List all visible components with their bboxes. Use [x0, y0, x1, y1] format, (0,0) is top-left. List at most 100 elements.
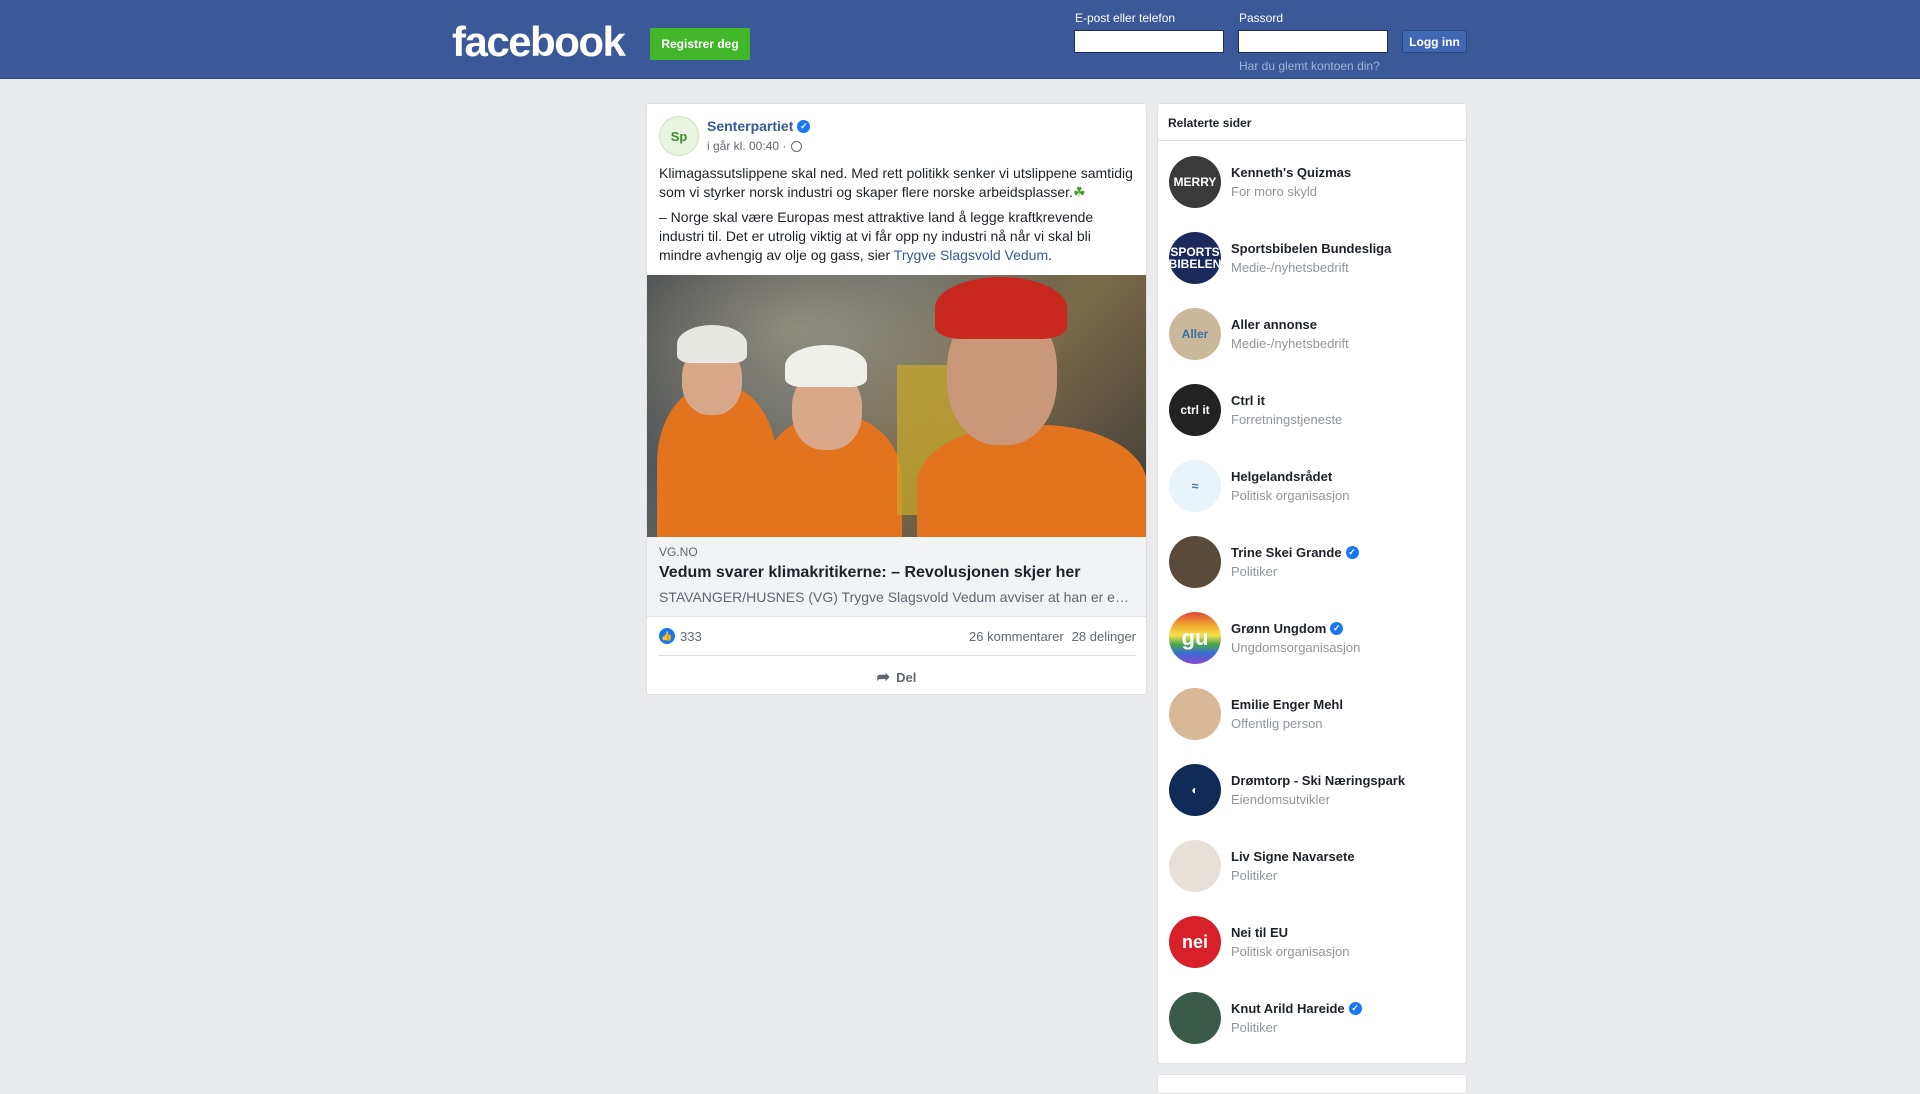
- password-label: Passord: [1239, 11, 1284, 25]
- related-page-avatar[interactable]: [1169, 688, 1221, 740]
- related-page-info: Aller annonse Medie-/nyhetsbedrift: [1231, 317, 1349, 351]
- related-page-avatar[interactable]: ◐: [1169, 764, 1221, 816]
- related-page-item[interactable]: Trine Skei Grande ✓ Politiker: [1169, 534, 1459, 590]
- mention-link[interactable]: Trygve Slagsvold Vedum: [894, 247, 1048, 263]
- related-page-name[interactable]: Drømtorp - Ski Næringspark: [1231, 773, 1405, 788]
- related-pages-panel: Relaterte sider MERRY Kenneth's Quizmas Fo…: [1157, 103, 1467, 1064]
- related-page-avatar[interactable]: SPORTS BIBELEN: [1169, 232, 1221, 284]
- related-page-info: Knut Arild Hareide ✓ Politiker: [1231, 1001, 1362, 1035]
- worker-figure: [917, 425, 1146, 537]
- related-page-name[interactable]: Nei til EU: [1231, 925, 1350, 940]
- related-page-avatar[interactable]: ctrl it: [1169, 384, 1221, 436]
- related-page-name-text[interactable]: Emilie Enger Mehl: [1231, 697, 1343, 712]
- link-preview-image[interactable]: [647, 275, 1146, 537]
- share-button[interactable]: ➦ Del: [647, 661, 1146, 693]
- share-label: Del: [896, 669, 917, 685]
- related-page-name-text[interactable]: Kenneth's Quizmas: [1231, 165, 1351, 180]
- related-page-item[interactable]: gu Grønn Ungdom ✓ Ungdomsorganisasjon: [1169, 610, 1459, 666]
- page-avatar-logo: Sp: [670, 128, 688, 144]
- link-title[interactable]: Vedum svarer klimakritikerne: – Revolusj…: [659, 564, 1134, 582]
- related-page-avatar[interactable]: nei: [1169, 916, 1221, 968]
- related-page-name-text[interactable]: Trine Skei Grande: [1231, 545, 1342, 560]
- link-preview[interactable]: VG.NO Vedum svarer klimakritikerne: – Re…: [647, 537, 1146, 617]
- comment-count[interactable]: 26 kommentarer: [969, 629, 1064, 644]
- link-description: STAVANGER/HUSNES (VG) Trygve Slagsvold V…: [659, 589, 1129, 605]
- related-page-name-text[interactable]: Helgelandsrådet: [1231, 469, 1332, 484]
- related-page-name-text[interactable]: Sportsbibelen Bundesliga: [1231, 241, 1391, 256]
- related-page-avatar[interactable]: gu: [1169, 612, 1221, 664]
- related-page-item[interactable]: Emilie Enger Mehl Offentlig person: [1169, 686, 1459, 742]
- helmet-icon: [935, 277, 1067, 339]
- related-page-info: Grønn Ungdom ✓ Ungdomsorganisasjon: [1231, 621, 1360, 655]
- related-page-name-text[interactable]: Nei til EU: [1231, 925, 1288, 940]
- related-page-avatar[interactable]: Aller: [1169, 308, 1221, 360]
- register-button[interactable]: Registrer deg: [650, 28, 750, 60]
- related-page-name[interactable]: Trine Skei Grande ✓: [1231, 545, 1359, 560]
- post-paragraph: – Norge skal være Europas mest attraktiv…: [659, 208, 1137, 265]
- related-page-name[interactable]: Kenneth's Quizmas: [1231, 165, 1351, 180]
- share-count[interactable]: 28 delinger: [1072, 629, 1136, 644]
- post-author[interactable]: Senterpartiet ✓: [707, 118, 811, 134]
- related-page-category: Offentlig person: [1231, 716, 1323, 731]
- clover-icon: ☘: [1072, 184, 1086, 200]
- related-page-name[interactable]: Ctrl it: [1231, 393, 1342, 408]
- verified-badge-icon: ✓: [1330, 622, 1344, 635]
- helmet-icon: [785, 345, 867, 387]
- forgot-account-link[interactable]: Har du glemt kontoen din?: [1239, 59, 1380, 73]
- post-author-name[interactable]: Senterpartiet: [707, 118, 793, 134]
- related-page-item[interactable]: ctrl it Ctrl it Forretningstjeneste: [1169, 382, 1459, 438]
- share-icon: ➦: [876, 669, 891, 686]
- related-page-avatar[interactable]: [1169, 992, 1221, 1044]
- related-pages-title: Relaterte sider: [1158, 104, 1466, 141]
- login-button[interactable]: Logg inn: [1402, 30, 1467, 53]
- verified-badge-icon: ✓: [1348, 1002, 1362, 1015]
- related-page-name-text[interactable]: Knut Arild Hareide: [1231, 1001, 1345, 1016]
- related-page-name-text[interactable]: Grønn Ungdom: [1231, 621, 1326, 636]
- post-timestamp[interactable]: i går kl. 00:40 ·: [707, 139, 786, 153]
- related-page-item[interactable]: Aller Aller annonse Medie-/nyhetsbedrift: [1169, 306, 1459, 362]
- email-field[interactable]: [1074, 30, 1224, 53]
- related-page-info: Liv Signe Navarsete Politiker: [1231, 849, 1355, 883]
- related-page-info: Nei til EU Politisk organisasjon: [1231, 925, 1350, 959]
- related-page-item[interactable]: ≈ Helgelandsrådet Politisk organisasjon: [1169, 458, 1459, 514]
- next-panel: [1157, 1074, 1467, 1094]
- related-page-name-text[interactable]: Liv Signe Navarsete: [1231, 849, 1355, 864]
- related-page-item[interactable]: nei Nei til EU Politisk organisasjon: [1169, 914, 1459, 970]
- facebook-logo[interactable]: facebook: [452, 18, 626, 66]
- related-page-avatar[interactable]: [1169, 840, 1221, 892]
- related-page-item[interactable]: SPORTS BIBELEN Sportsbibelen Bundesliga Me…: [1169, 230, 1459, 286]
- related-page-category: Politiker: [1231, 1020, 1278, 1035]
- password-field[interactable]: [1238, 30, 1388, 53]
- like-count[interactable]: 333: [680, 629, 702, 644]
- related-page-category: Forretningstjeneste: [1231, 412, 1343, 427]
- related-page-name[interactable]: Helgelandsrådet: [1231, 469, 1350, 484]
- related-page-name[interactable]: Sportsbibelen Bundesliga: [1231, 241, 1391, 256]
- related-page-name[interactable]: Emilie Enger Mehl: [1231, 697, 1343, 712]
- related-page-info: Drømtorp - Ski Næringspark Eiendomsutvikl…: [1231, 773, 1405, 807]
- related-page-avatar[interactable]: ≈: [1169, 460, 1221, 512]
- page-avatar[interactable]: Sp: [659, 116, 699, 156]
- related-page-name-text[interactable]: Aller annonse: [1231, 317, 1317, 332]
- related-page-category: For moro skyld: [1231, 184, 1317, 199]
- related-page-avatar[interactable]: MERRY: [1169, 156, 1221, 208]
- related-page-category: Medie-/nyhetsbedrift: [1231, 260, 1349, 275]
- related-page-name[interactable]: Aller annonse: [1231, 317, 1349, 332]
- related-page-item[interactable]: ◐ Drømtorp - Ski Næringspark Eiendomsutvik…: [1169, 762, 1459, 818]
- link-domain: VG.NO: [659, 545, 698, 559]
- related-page-name-text[interactable]: Ctrl it: [1231, 393, 1265, 408]
- related-page-category: Politiker: [1231, 564, 1278, 579]
- related-page-item[interactable]: Knut Arild Hareide ✓ Politiker: [1169, 990, 1459, 1046]
- related-page-name[interactable]: Liv Signe Navarsete: [1231, 849, 1355, 864]
- related-page-name[interactable]: Knut Arild Hareide ✓: [1231, 1001, 1362, 1016]
- helmet-icon: [677, 325, 747, 363]
- related-page-info: Kenneth's Quizmas For moro skyld: [1231, 165, 1351, 199]
- related-page-name-text[interactable]: Drømtorp - Ski Næringspark: [1231, 773, 1405, 788]
- related-page-name[interactable]: Grønn Ungdom ✓: [1231, 621, 1360, 636]
- related-page-item[interactable]: MERRY Kenneth's Quizmas For moro skyld: [1169, 154, 1459, 210]
- related-page-avatar[interactable]: [1169, 536, 1221, 588]
- verified-badge-icon: ✓: [797, 119, 811, 133]
- email-label: E-post eller telefon: [1075, 11, 1176, 25]
- like-icon[interactable]: 👍: [659, 628, 675, 644]
- related-page-info: Trine Skei Grande ✓ Politiker: [1231, 545, 1359, 579]
- related-page-item[interactable]: Liv Signe Navarsete Politiker: [1169, 838, 1459, 894]
